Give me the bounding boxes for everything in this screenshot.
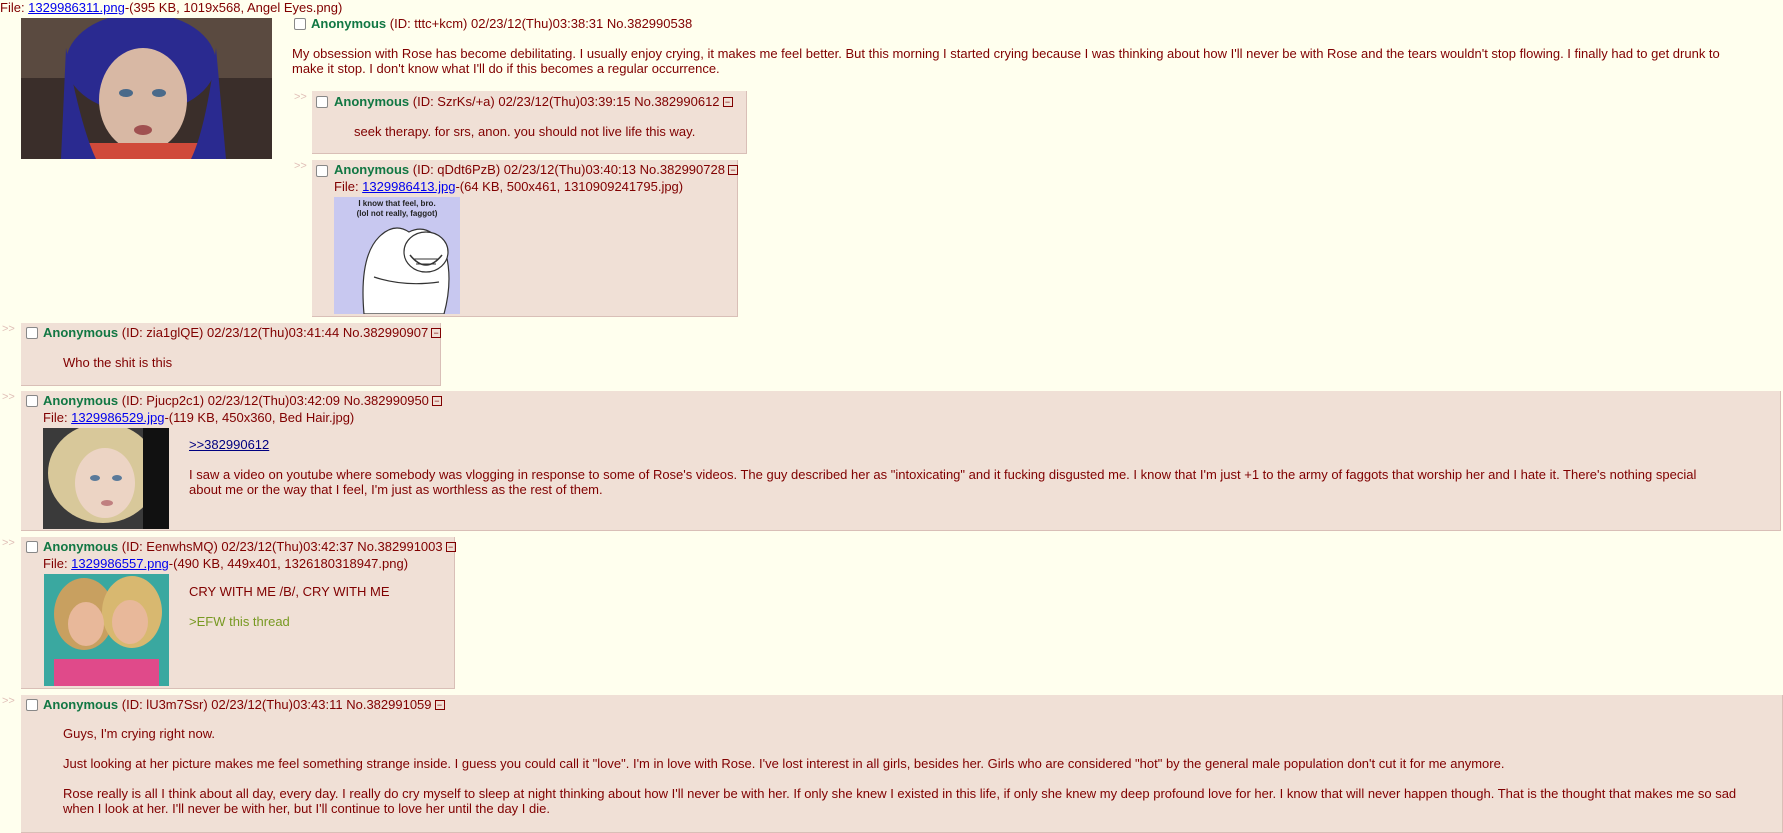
hide-post-icon[interactable]: − — [431, 396, 442, 406]
file-prefix: File: — [43, 556, 72, 571]
hide-post-icon[interactable]: − — [722, 97, 733, 107]
post-paragraph: Guys, I'm crying right now. — [63, 726, 216, 741]
op-header: Anonymous (ID: tttc+kcm) 02/23/12(Thu)03… — [311, 16, 692, 31]
file-prefix: File: — [334, 179, 363, 194]
hide-post-icon[interactable]: − — [727, 165, 738, 175]
post-meta: (ID: Pjucp2c1) 02/23/12(Thu)03:42:09 No.… — [121, 393, 429, 408]
hide-post-icon[interactable]: − — [445, 542, 456, 552]
girl-photo-icon — [21, 18, 272, 159]
poster-name: Anonymous — [334, 94, 410, 109]
post-body: CRY WITH ME /B/, CRY WITH ME — [189, 584, 390, 599]
reply-arrows: >> — [294, 91, 307, 103]
post-file-line: File: 1329986557.png-(490 KB, 449x401, 1… — [43, 556, 408, 571]
post-header: Anonymous (ID: lU3m7Ssr) 02/23/12(Thu)03… — [43, 697, 445, 712]
file-prefix: File: — [43, 410, 72, 425]
post-checkbox[interactable] — [26, 699, 38, 711]
poster-name: Anonymous — [43, 697, 119, 712]
post-meta: (ID: zia1glQE) 02/23/12(Thu)03:41:44 No.… — [121, 325, 429, 340]
post-file-link[interactable]: 1329986529.jpg — [71, 410, 164, 425]
hide-post-icon[interactable]: − — [431, 328, 442, 338]
post-checkbox[interactable] — [26, 395, 38, 407]
post-paragraph: Just looking at her picture makes me fee… — [63, 756, 1505, 771]
post-paragraph: Rose really is all I think about all day… — [63, 786, 1737, 816]
post-checkbox[interactable] — [26, 327, 38, 339]
quote-link[interactable]: >>382990612 — [189, 437, 269, 452]
post-meta: (ID: EenwhsMQ) 02/23/12(Thu)03:42:37 No.… — [121, 539, 443, 554]
blonde-photo-icon — [43, 428, 169, 529]
poster-name: Anonymous — [334, 162, 410, 177]
file-info: -(119 KB, 450x360, Bed Hair.jpg) — [164, 410, 355, 425]
file-prefix: File: — [0, 0, 29, 15]
reply-arrows: >> — [2, 695, 15, 707]
reply-arrows: >> — [2, 391, 15, 403]
post-meta: (ID: qDdt6PzB) 02/23/12(Thu)03:40:13 No.… — [412, 162, 725, 177]
post-header: Anonymous (ID: Pjucp2c1) 02/23/12(Thu)03… — [43, 393, 442, 408]
post-meta: (ID: tttc+kcm) 02/23/12(Thu)03:38:31 No.… — [389, 16, 693, 31]
post-checkbox[interactable] — [316, 96, 328, 108]
post-meta: (ID: lU3m7Ssr) 02/23/12(Thu)03:43:11 No.… — [121, 697, 432, 712]
op-file-link[interactable]: 1329986311.png — [28, 0, 125, 15]
hide-post-icon[interactable]: − — [434, 700, 445, 710]
file-info: -(395 KB, 1019x568, Angel Eyes.png) — [124, 0, 343, 15]
rage-comic-hug-icon — [362, 227, 450, 314]
post-header: Anonymous (ID: zia1glQE) 02/23/12(Thu)03… — [43, 325, 442, 340]
post-meta: (ID: SzrKs/+a) 02/23/12(Thu)03:39:15 No.… — [412, 94, 720, 109]
post-header: Anonymous (ID: EenwhsMQ) 02/23/12(Thu)03… — [43, 539, 456, 554]
post-header: Anonymous (ID: qDdt6PzB) 02/23/12(Thu)03… — [334, 162, 738, 177]
post-file-link[interactable]: 1329986557.png — [71, 556, 169, 571]
op-thumbnail[interactable] — [21, 18, 272, 159]
reply-arrows: >> — [2, 537, 15, 549]
file-info: -(64 KB, 500x461, 1310909241795.jpg) — [455, 179, 684, 194]
post-file-line: File: 1329986529.jpg-(119 KB, 450x360, B… — [43, 410, 354, 425]
post-thumbnail[interactable] — [43, 428, 169, 529]
greentext: >EFW this thread — [189, 614, 290, 629]
op-checkbox[interactable] — [294, 18, 306, 30]
reply-arrows: >> — [2, 323, 15, 335]
post-file-link[interactable]: 1329986413.jpg — [362, 179, 455, 194]
post-body: I saw a video on youtube where somebody … — [189, 467, 1697, 497]
poster-name: Anonymous — [43, 539, 119, 554]
post-file-line: File: 1329986413.jpg-(64 KB, 500x461, 13… — [334, 179, 683, 194]
post-thumbnail[interactable]: I know that feel, bro. (lol not really, … — [334, 197, 460, 314]
post-thumbnail[interactable] — [44, 574, 169, 686]
poster-name: Anonymous — [43, 325, 119, 340]
post-header: Anonymous (ID: SzrKs/+a) 02/23/12(Thu)03… — [334, 94, 733, 109]
op-body: My obsession with Rose has become debili… — [292, 46, 1720, 76]
poster-name: Anonymous — [311, 16, 387, 31]
file-info: -(490 KB, 449x401, 1326180318947.png) — [168, 556, 409, 571]
post-checkbox[interactable] — [316, 165, 328, 177]
two-girls-photo-icon — [44, 574, 169, 686]
post-checkbox[interactable] — [26, 541, 38, 553]
op-file-line: File: 1329986311.png-(395 KB, 1019x568, … — [0, 0, 342, 15]
reply-arrows: >> — [294, 160, 307, 172]
poster-name: Anonymous — [43, 393, 119, 408]
post-body: Who the shit is this — [63, 355, 173, 370]
post-body: seek therapy. for srs, anon. you should … — [354, 124, 696, 139]
